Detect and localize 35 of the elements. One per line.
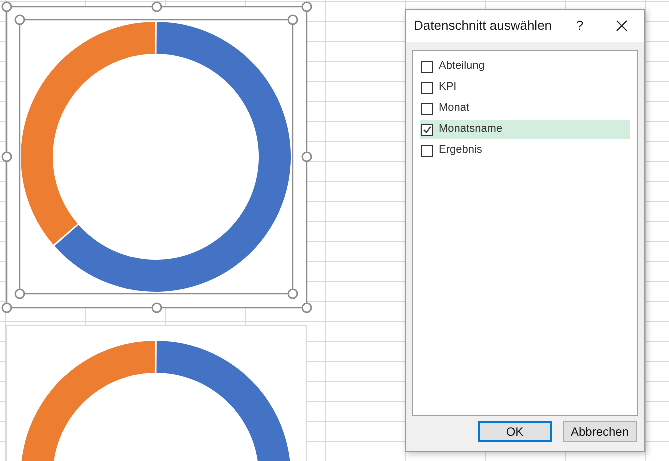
resize-handle[interactable] [14,288,26,300]
checkbox[interactable] [421,102,433,114]
help-button[interactable]: ? [570,16,590,36]
checkbox[interactable] [421,144,433,156]
dialog-button[interactable]: OK [478,421,552,442]
resize-handle[interactable] [288,288,298,300]
dialog-title: Datenschnitt auswählen [414,17,552,36]
field-label: KPI [439,80,457,96]
field-item[interactable]: Abteilung [420,57,630,76]
resize-handle[interactable] [14,14,26,26]
field-item[interactable]: KPI [420,78,630,97]
close-icon [616,20,628,32]
checkbox[interactable] [421,124,433,136]
field-label: Monatsname [439,122,503,138]
field-label: Abteilung [439,59,485,74]
resize-handle[interactable] [302,152,312,162]
checkbox[interactable] [421,60,433,72]
resize-handle[interactable] [2,152,12,162]
resize-handle[interactable] [302,302,312,314]
checkmark-icon [422,126,432,134]
donut-slice[interactable] [54,22,291,292]
resize-handle[interactable] [302,2,312,12]
field-label: Monat [439,101,470,116]
donut-slice[interactable] [21,22,156,245]
checkbox[interactable] [421,82,433,94]
resize-handle[interactable] [152,302,162,314]
resize-handle[interactable] [288,14,298,26]
field-item[interactable]: Ergebnis [420,141,630,160]
field-item[interactable]: Monat [420,99,630,118]
resize-handle[interactable] [152,2,162,12]
resize-handle[interactable] [2,2,12,12]
dialog-button[interactable]: Abbrechen [563,421,637,442]
field-label: Ergebnis [439,143,482,158]
field-item[interactable]: Monatsname [420,120,630,139]
resize-handle[interactable] [2,302,12,314]
